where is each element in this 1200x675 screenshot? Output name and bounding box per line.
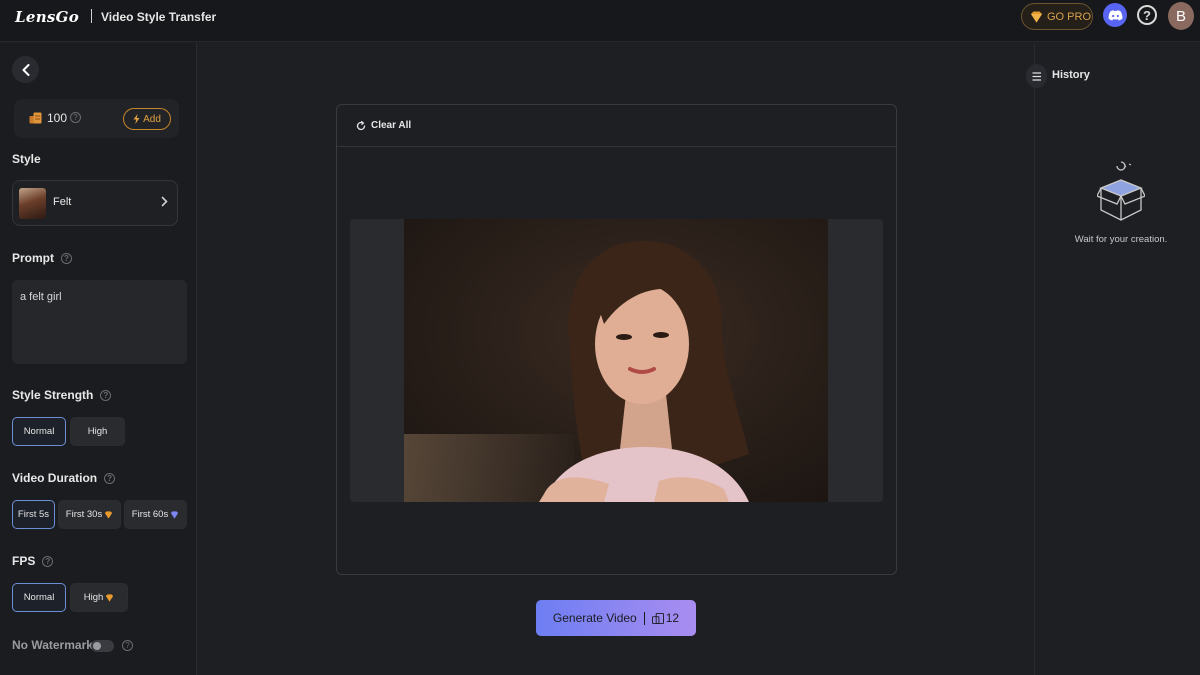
credits-count: 100 — [47, 111, 68, 125]
blue-diamond-icon — [171, 510, 179, 519]
settings-sidebar: 100 ? Add Style Felt Prompt ? Style Stre… — [0, 43, 197, 675]
style-strength-normal-option[interactable]: Normal — [12, 417, 66, 446]
add-credits-button[interactable]: Add — [123, 108, 171, 130]
empty-history-text: Wait for your creation. — [1074, 234, 1168, 245]
page-title: Video Style Transfer — [101, 10, 217, 24]
generate-label: Generate Video — [552, 611, 637, 625]
history-sidebar: History Wait for your creation. — [1026, 43, 1200, 675]
coins-icon — [651, 612, 664, 624]
history-title: History — [1052, 69, 1090, 81]
prompt-input[interactable] — [12, 280, 187, 364]
empty-box-icon — [1097, 161, 1145, 221]
credits-panel: 100 ? Add — [14, 99, 179, 138]
discord-icon — [1108, 9, 1122, 20]
watermark-help-icon[interactable]: ? — [122, 640, 133, 651]
panel-header: Clear All — [337, 105, 896, 147]
no-watermark-heading: No Watermark — [12, 638, 93, 652]
duration-first-30s-option[interactable]: First 30s — [58, 500, 121, 529]
style-strength-heading: Style Strength ? — [12, 388, 112, 402]
style-heading: Style — [12, 152, 41, 166]
video-duration-help-icon[interactable]: ? — [104, 472, 116, 484]
lightning-icon — [133, 114, 140, 124]
lensgo-logo[interactable]: LensGo — [15, 8, 79, 26]
video-preview[interactable] — [350, 219, 883, 502]
generate-video-button[interactable]: Generate Video 12 — [536, 600, 696, 636]
generate-separator — [643, 611, 645, 625]
credits-help-icon[interactable]: ? — [70, 112, 81, 123]
gold-diamond-icon — [106, 593, 114, 602]
fps-help-icon[interactable]: ? — [42, 555, 54, 567]
clear-all-label: Clear All — [371, 120, 412, 131]
chevron-left-icon — [22, 63, 29, 76]
back-button[interactable] — [12, 56, 39, 83]
style-selector[interactable]: Felt — [12, 180, 178, 226]
prompt-help-icon[interactable]: ? — [61, 252, 72, 264]
add-label: Add — [143, 113, 161, 125]
fps-heading: FPS ? — [12, 554, 54, 568]
video-duration-heading: Video Duration ? — [12, 471, 116, 485]
video-thumbnail — [404, 219, 828, 502]
style-name: Felt — [53, 196, 72, 208]
gold-diamond-icon — [105, 510, 113, 519]
refresh-icon — [356, 120, 366, 130]
prompt-heading: Prompt ? — [12, 251, 72, 265]
generate-cost: 12 — [665, 611, 680, 625]
chevron-right-icon — [161, 196, 168, 207]
diamond-icon — [1031, 11, 1042, 22]
help-icon[interactable]: ? — [1137, 5, 1157, 25]
go-pro-label: GO PRO — [1047, 10, 1092, 23]
clear-all-button[interactable]: Clear All — [356, 120, 411, 131]
video-upload-panel: Clear All — [336, 104, 897, 575]
fps-normal-option[interactable]: Normal — [12, 583, 66, 612]
title-separator — [91, 9, 92, 23]
fps-high-option[interactable]: High — [70, 583, 128, 612]
discord-button[interactable] — [1103, 3, 1127, 27]
avatar[interactable]: B — [1168, 2, 1194, 30]
coins-icon — [29, 112, 42, 124]
style-thumbnail — [19, 188, 46, 219]
girl-portrait-image — [404, 219, 828, 502]
duration-first-60s-option[interactable]: First 60s — [124, 500, 187, 529]
top-bar: LensGo Video Style Transfer GO PRO ? B — [0, 0, 1200, 42]
list-icon — [1032, 71, 1041, 81]
duration-first-5s-option[interactable]: First 5s — [12, 500, 55, 529]
history-toggle-button[interactable] — [1026, 64, 1047, 88]
style-strength-help-icon[interactable]: ? — [100, 389, 112, 401]
watermark-toggle[interactable] — [91, 640, 114, 652]
go-pro-button[interactable]: GO PRO — [1021, 3, 1093, 30]
style-strength-high-option[interactable]: High — [70, 417, 125, 446]
